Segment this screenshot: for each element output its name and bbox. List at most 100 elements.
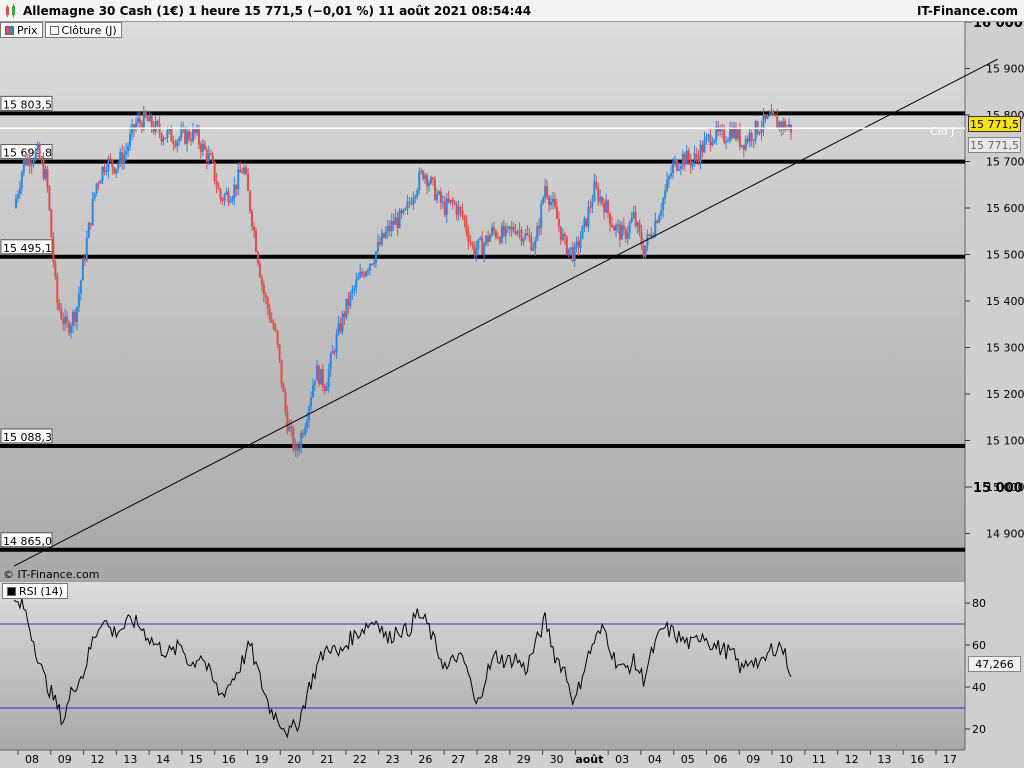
rsi-pane [0,582,965,750]
x-tick-label: 27 [451,753,465,766]
price-candle [66,316,69,324]
price-candle [170,128,173,142]
price-candle [605,200,608,213]
x-tick-label: 12 [91,753,105,766]
price-candle [713,139,716,143]
price-candle [571,247,574,262]
price-candle [561,233,564,241]
price-candle [701,144,704,153]
price-candle [290,425,293,429]
x-tick-label: 30 [550,753,564,766]
price-candle [628,222,631,233]
price-candle [282,384,285,392]
price-candle [150,115,153,128]
price-candle [247,173,250,191]
legend-item-rsi[interactable]: RSI (14) [2,583,68,599]
price-candle [123,154,126,164]
price-candle [371,263,374,265]
price-candle [559,226,562,241]
price-candle [575,241,578,246]
price-candle [79,280,82,294]
price-candle [319,368,322,385]
price-candle [455,203,458,215]
price-candle [20,172,23,188]
x-tick-label: 16 [222,753,236,766]
price-candle [154,120,157,132]
price-candle [34,149,37,161]
price-candle [343,313,346,318]
brand-label: IT-Finance.com [916,4,1018,18]
price-candle [284,391,287,413]
price-candle [723,130,726,143]
price-candle [105,170,108,172]
price-candle [711,142,714,146]
price-candle [544,186,547,198]
x-tick-label: 15 [189,753,203,766]
price-candle [256,251,259,264]
price-candle [335,333,338,353]
price-candle [24,158,27,166]
price-candle [388,225,391,232]
price-candle [174,143,177,147]
price-candle [412,198,415,205]
price-candle [386,225,389,232]
price-candle [591,201,594,208]
y-tick-label: 15 900 [986,63,1024,76]
x-tick-label: 22 [353,753,367,766]
price-candle [44,169,47,179]
price-candle [355,279,358,288]
price-candle [209,153,212,155]
price-candle [333,350,336,353]
price-candle [262,284,265,295]
x-tick-label: 16 [910,753,924,766]
level-label: 15 803,5 [3,98,52,111]
price-candle [18,187,21,195]
price-candle [727,139,730,142]
price-candle [585,218,588,227]
price-candle [374,251,377,263]
price-candle [424,175,427,180]
rsi-value-tag: 47,266 [968,656,1021,672]
price-candle [121,152,124,164]
price-candle [526,232,529,236]
x-tick-label: 13 [123,753,137,766]
price-candle [432,177,435,180]
legend-item-close[interactable]: Clôture (J) [44,22,122,38]
price-candle [349,293,352,306]
price-candle [315,365,318,381]
price-candle [435,194,438,200]
price-candle [95,183,98,193]
price-candle [518,230,521,232]
price-candle [418,172,421,191]
chart-canvas[interactable]: 15 803,515 699,815 495,115 088,314 865,0… [0,22,1024,768]
price-candle [776,116,779,128]
price-candle [510,226,513,229]
price-candle [345,298,348,318]
price-candle [532,247,535,251]
price-swatch-icon [5,25,14,35]
price-candle [467,232,470,243]
y-tick-label: 15 600 [986,202,1024,215]
rsi-y-tick-label: 80 [972,597,986,610]
price-candle [62,318,65,324]
price-candle [48,186,51,210]
rsi-y-tick-label: 60 [972,639,986,652]
price-candle [58,302,61,310]
y-tick-label: 15 500 [986,249,1024,262]
price-candle [601,196,604,204]
price-candle [16,194,19,199]
x-tick-label: 09 [58,753,72,766]
price-candle [193,128,196,134]
price-candle [414,196,417,199]
price-candle [329,354,332,370]
legend-item-price[interactable]: Prix [0,22,43,38]
price-candle [502,225,505,236]
price-candle [304,427,307,435]
price-candle [707,134,710,137]
price-candle [675,159,678,171]
x-tick-label: 19 [255,753,269,766]
price-candle [113,167,116,174]
price-candle [22,158,25,173]
price-candle [760,128,763,133]
price-candle [725,141,728,143]
